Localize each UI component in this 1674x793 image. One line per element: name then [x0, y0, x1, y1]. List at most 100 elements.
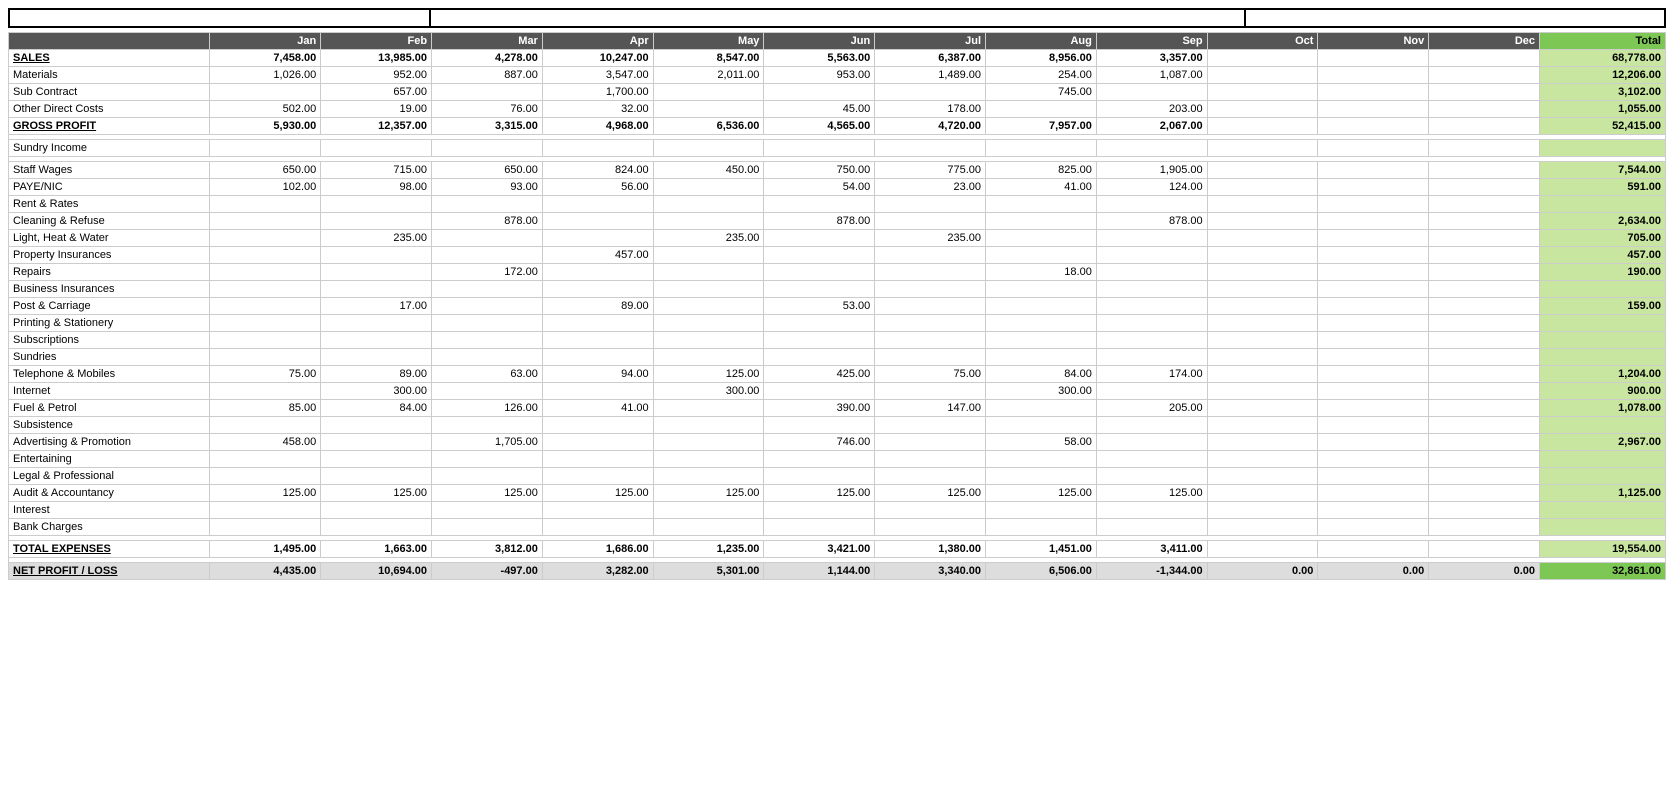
cell-value: -497.00: [432, 563, 543, 580]
cell-value: [1318, 101, 1429, 118]
cell-value: 5,930.00: [210, 118, 321, 135]
cell-value: [210, 230, 321, 247]
col-header-sep: Sep: [1096, 33, 1207, 50]
cell-value: 6,387.00: [875, 50, 986, 67]
cell-value: 45.00: [764, 101, 875, 118]
cell-value: [1096, 332, 1207, 349]
cell-value: 952.00: [321, 67, 432, 84]
cell-value: 0.00: [1207, 563, 1318, 580]
cell-value: 41.00: [542, 400, 653, 417]
cell-value: [1318, 332, 1429, 349]
cell-value: [986, 519, 1097, 536]
cell-value: [210, 247, 321, 264]
cell-value: 900.00: [1540, 383, 1666, 400]
cell-value: 1,705.00: [432, 434, 543, 451]
cell-value: 3,547.00: [542, 67, 653, 84]
cell-value: 4,565.00: [764, 118, 875, 135]
cell-value: [875, 196, 986, 213]
cell-value: 235.00: [321, 230, 432, 247]
cell-value: 2,634.00: [1540, 213, 1666, 230]
cell-value: 3,102.00: [1540, 84, 1666, 101]
cell-value: 3,282.00: [542, 563, 653, 580]
cell-value: [432, 502, 543, 519]
cell-value: [1318, 502, 1429, 519]
cell-value: 12,357.00: [321, 118, 432, 135]
row-label: Post & Carriage: [9, 298, 210, 315]
cell-value: [321, 247, 432, 264]
cell-value: [1207, 298, 1318, 315]
cell-value: 235.00: [875, 230, 986, 247]
cell-value: [210, 383, 321, 400]
cell-value: [542, 230, 653, 247]
cell-value: [1318, 264, 1429, 281]
cell-value: [764, 383, 875, 400]
cell-value: [432, 140, 543, 157]
cell-value: [542, 213, 653, 230]
cell-value: [321, 196, 432, 213]
cell-value: [1096, 298, 1207, 315]
cell-value: [986, 213, 1097, 230]
cell-value: [1207, 468, 1318, 485]
cell-value: [986, 196, 1097, 213]
cell-value: 53.00: [764, 298, 875, 315]
cell-value: [1318, 383, 1429, 400]
cell-value: [210, 298, 321, 315]
cell-value: [1318, 196, 1429, 213]
cell-value: [1096, 434, 1207, 451]
cell-value: [1207, 101, 1318, 118]
cell-value: [986, 332, 1097, 349]
cell-value: 4,720.00: [875, 118, 986, 135]
cell-value: [1096, 84, 1207, 101]
table-row: Bank Charges: [9, 519, 1666, 536]
cell-value: 450.00: [653, 162, 764, 179]
row-label: Entertaining: [9, 451, 210, 468]
cell-value: [321, 332, 432, 349]
cell-value: [542, 434, 653, 451]
cell-value: [653, 281, 764, 298]
cell-value: 56.00: [542, 179, 653, 196]
row-label: Cleaning & Refuse: [9, 213, 210, 230]
cell-value: 878.00: [1096, 213, 1207, 230]
cell-value: [1540, 417, 1666, 434]
cell-value: 457.00: [1540, 247, 1666, 264]
cell-value: [875, 383, 986, 400]
cell-value: [1429, 400, 1540, 417]
cell-value: 124.00: [1096, 179, 1207, 196]
table-row: Materials1,026.00952.00887.003,547.002,0…: [9, 67, 1666, 84]
cell-value: [653, 451, 764, 468]
cell-value: 657.00: [321, 84, 432, 101]
cell-value: 3,411.00: [1096, 541, 1207, 558]
cell-value: [875, 519, 986, 536]
cell-value: 6,506.00: [986, 563, 1097, 580]
cell-value: [1207, 179, 1318, 196]
cell-value: [1096, 502, 1207, 519]
cell-value: 18.00: [986, 264, 1097, 281]
cell-value: [210, 84, 321, 101]
cell-value: [432, 315, 543, 332]
cell-value: [875, 213, 986, 230]
cell-value: [875, 140, 986, 157]
cell-value: 84.00: [321, 400, 432, 417]
cell-value: 3,357.00: [1096, 50, 1207, 67]
cell-value: 6,536.00: [653, 118, 764, 135]
cell-value: [764, 349, 875, 366]
col-header-may: May: [653, 33, 764, 50]
cell-value: [1207, 247, 1318, 264]
cell-value: 89.00: [542, 298, 653, 315]
cell-value: 125.00: [986, 485, 1097, 502]
cell-value: [210, 349, 321, 366]
cell-value: [1429, 162, 1540, 179]
cell-value: 878.00: [432, 213, 543, 230]
cell-value: [986, 451, 1097, 468]
table-row: Telephone & Mobiles75.0089.0063.0094.001…: [9, 366, 1666, 383]
cell-value: 102.00: [210, 179, 321, 196]
cell-value: 254.00: [986, 67, 1097, 84]
cell-value: 5,563.00: [764, 50, 875, 67]
row-label: Light, Heat & Water: [9, 230, 210, 247]
row-label: Sundry Income: [9, 140, 210, 157]
cell-value: [1429, 140, 1540, 157]
cell-value: [875, 281, 986, 298]
cell-value: [986, 247, 1097, 264]
cell-value: [1318, 315, 1429, 332]
cell-value: [542, 140, 653, 157]
